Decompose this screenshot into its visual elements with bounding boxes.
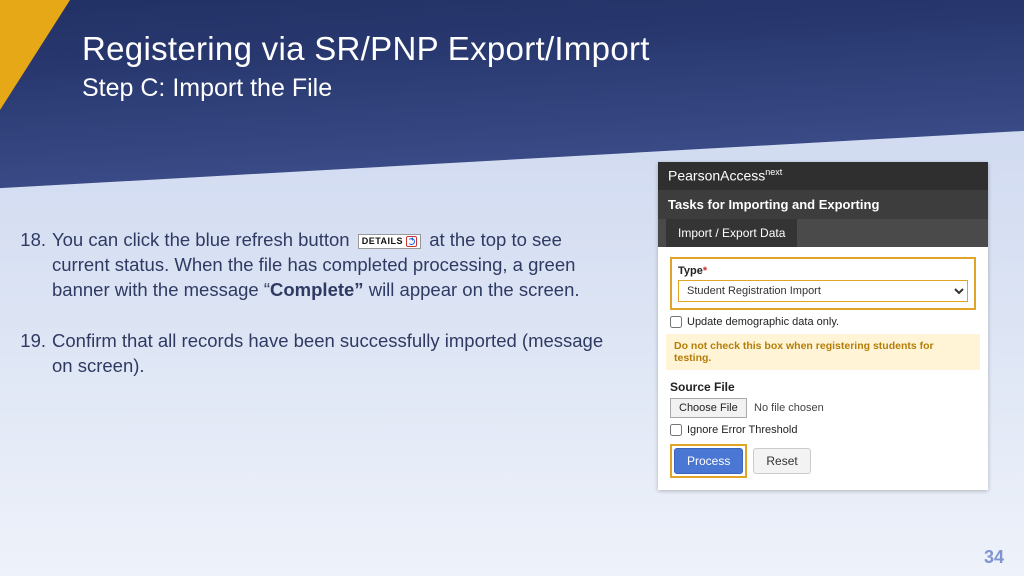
body-text: 18. You can click the blue refresh butto…: [18, 228, 618, 405]
step-text: You can click the blue refresh button DE…: [52, 228, 618, 303]
gold-corner: [0, 0, 70, 110]
step-number: 18.: [18, 228, 52, 303]
refresh-icon: [406, 236, 417, 247]
step-number: 19.: [18, 329, 52, 379]
warning-banner: Do not check this box when registering s…: [666, 334, 980, 370]
slide: Registering via SR/PNP Export/Import Ste…: [0, 0, 1024, 576]
step-text: Confirm that all records have been succe…: [52, 329, 618, 379]
type-field-highlight: Type* Student Registration Import: [670, 257, 976, 310]
source-file-label: Source File: [670, 380, 976, 394]
process-button[interactable]: Process: [674, 448, 743, 474]
ignore-error-input[interactable]: [670, 424, 682, 436]
ignore-error-checkbox[interactable]: Ignore Error Threshold: [670, 424, 976, 436]
tab-import-export[interactable]: Import / Export Data: [666, 219, 797, 247]
update-demographic-input[interactable]: [670, 316, 682, 328]
file-picker-row: Choose File No file chosen: [670, 398, 976, 418]
slide-title: Registering via SR/PNP Export/Import: [82, 30, 650, 68]
no-file-chosen: No file chosen: [754, 402, 824, 414]
slide-subtitle: Step C: Import the File: [82, 74, 650, 103]
details-refresh-button[interactable]: DETAILS: [358, 234, 421, 249]
pearson-panel: PearsonAccessnext Tasks for Importing an…: [658, 162, 988, 490]
button-row: Process Reset: [670, 444, 976, 478]
step-19: 19. Confirm that all records have been s…: [18, 329, 618, 379]
process-highlight: Process: [670, 444, 747, 478]
pearson-brand-bar: PearsonAccessnext: [658, 162, 988, 190]
title-block: Registering via SR/PNP Export/Import Ste…: [82, 30, 650, 103]
type-label: Type*: [678, 265, 707, 277]
choose-file-button[interactable]: Choose File: [670, 398, 747, 418]
update-demographic-checkbox[interactable]: Update demographic data only.: [670, 316, 976, 328]
pearson-subtitle: Tasks for Importing and Exporting: [658, 190, 988, 219]
pearson-tab-row: Import / Export Data: [658, 219, 988, 247]
pearson-form: Type* Student Registration Import Update…: [658, 247, 988, 490]
reset-button[interactable]: Reset: [753, 448, 810, 474]
page-number: 34: [984, 547, 1004, 568]
step-18: 18. You can click the blue refresh butto…: [18, 228, 618, 303]
type-select[interactable]: Student Registration Import: [678, 280, 968, 302]
